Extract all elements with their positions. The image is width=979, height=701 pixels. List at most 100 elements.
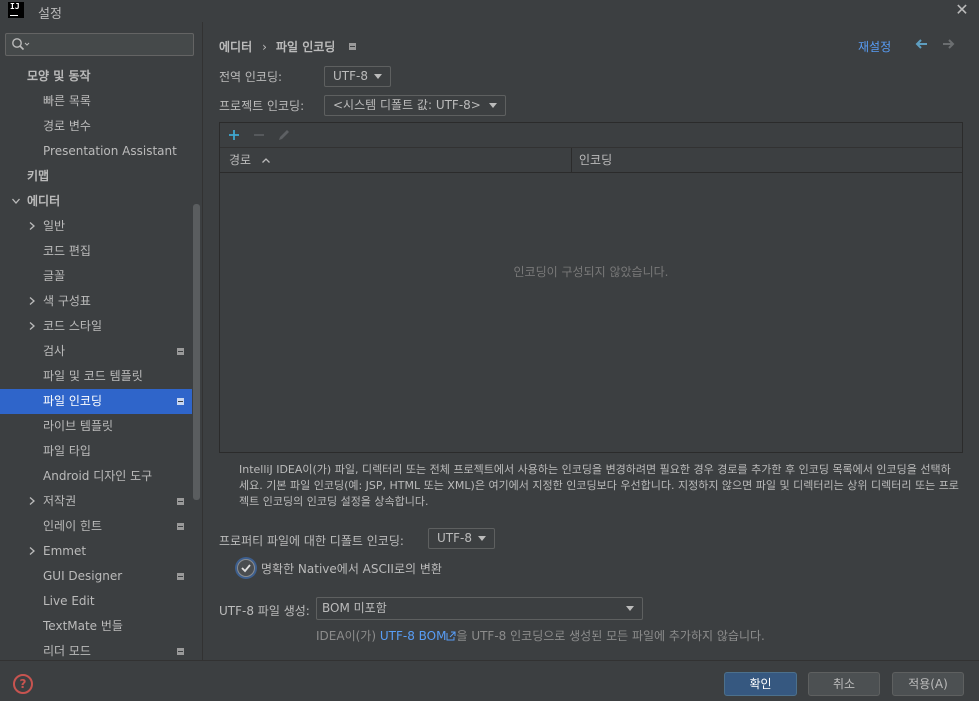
sidebar-scrollbar[interactable] bbox=[193, 204, 200, 500]
sidebar-item-label: 파일 타입 bbox=[43, 444, 91, 458]
sidebar-item-label: 에디터 bbox=[27, 194, 61, 208]
column-header-encoding[interactable]: 인코딩 bbox=[572, 148, 962, 172]
search-input[interactable] bbox=[34, 36, 189, 53]
bom-hint-prefix: IDEA이(가) bbox=[316, 629, 380, 643]
reset-link[interactable]: 재설정 bbox=[858, 38, 891, 55]
cancel-button[interactable]: 취소 bbox=[808, 672, 880, 696]
sidebar-item-label: Presentation Assistant bbox=[43, 144, 177, 158]
project-scope-icon bbox=[177, 573, 184, 580]
sidebar-item-label: 글꼴 bbox=[43, 269, 66, 283]
project-scope-icon bbox=[177, 648, 184, 655]
sidebar-item[interactable]: 경로 변수 bbox=[0, 114, 192, 139]
project-scope-icon bbox=[349, 43, 357, 50]
sidebar-item[interactable]: 색 구성표 bbox=[0, 289, 192, 314]
back-arrow-icon[interactable] bbox=[915, 37, 929, 51]
forward-arrow-icon[interactable] bbox=[941, 37, 955, 51]
sidebar-item-label: 검사 bbox=[43, 344, 66, 358]
chevron-right-icon[interactable] bbox=[28, 497, 36, 505]
sidebar-item[interactable]: 저작권 bbox=[0, 489, 192, 514]
bom-hint-suffix: 을 UTF-8 인코딩으로 생성된 모든 파일에 추가하지 않습니다. bbox=[456, 629, 765, 643]
sidebar-item[interactable]: 검사 bbox=[0, 339, 192, 364]
sidebar-item-label: 빠른 목록 bbox=[43, 94, 91, 108]
table-toolbar bbox=[220, 123, 962, 148]
sidebar-item[interactable]: 빠른 목록 bbox=[0, 89, 192, 114]
sidebar-item[interactable]: 키맵 bbox=[0, 164, 192, 189]
sidebar-item[interactable]: Presentation Assistant bbox=[0, 139, 192, 164]
table-body[interactable]: 인코딩이 구성되지 않았습니다. bbox=[220, 173, 962, 452]
chevron-right-icon[interactable] bbox=[28, 322, 36, 330]
project-scope-icon bbox=[177, 398, 184, 405]
sidebar-item[interactable]: 라이브 템플릿 bbox=[0, 414, 192, 439]
sidebar-item[interactable]: 파일 타입 bbox=[0, 439, 192, 464]
remove-icon[interactable] bbox=[251, 127, 267, 143]
sidebar-item[interactable]: 모양 및 동작 bbox=[0, 64, 192, 89]
sidebar-item-label: 인레이 힌트 bbox=[43, 519, 103, 533]
project-encoding-label: 프로젝트 인코딩: bbox=[219, 99, 305, 113]
properties-encoding-select[interactable]: UTF-8 bbox=[428, 528, 495, 549]
sidebar-item-label: 모양 및 동작 bbox=[27, 69, 91, 83]
breadcrumb-editor[interactable]: 에디터 bbox=[219, 38, 252, 55]
sidebar-item-label: 리더 모드 bbox=[43, 644, 91, 658]
global-encoding-value: UTF-8 bbox=[333, 69, 368, 83]
sidebar-item-label: 경로 변수 bbox=[43, 119, 91, 133]
close-icon[interactable]: ✕ bbox=[953, 1, 971, 19]
search-icon bbox=[12, 38, 30, 51]
native-ascii-checkbox-row[interactable]: 명확한 Native에서 ASCII로의 변환 bbox=[237, 559, 442, 577]
project-encoding-select[interactable]: <시스템 디폴트 값: UTF-8> bbox=[324, 95, 506, 116]
utf8-bom-value: BOM 미포함 bbox=[322, 601, 387, 615]
empty-table-text: 인코딩이 구성되지 않았습니다. bbox=[513, 265, 669, 279]
sidebar-item-label: Android 디자인 도구 bbox=[43, 469, 153, 483]
chevron-down-icon bbox=[626, 606, 634, 611]
sidebar-item[interactable]: 파일 및 코드 템플릿 bbox=[0, 364, 192, 389]
window-title: 설정 bbox=[38, 7, 62, 22]
sidebar-item[interactable]: Android 디자인 도구 bbox=[0, 464, 192, 489]
native-ascii-checkbox[interactable] bbox=[237, 559, 255, 577]
sidebar-item-label: 일반 bbox=[43, 219, 66, 233]
utf8-bom-link[interactable]: UTF-8 BOM bbox=[380, 629, 447, 643]
chevron-down-icon bbox=[478, 536, 486, 541]
sidebar-item[interactable]: TextMate 번들 bbox=[0, 614, 192, 639]
settings-tree: 모양 및 동작빠른 목록경로 변수 Presentation Assistant 키… bbox=[0, 64, 192, 660]
sidebar-item-label: TextMate 번들 bbox=[43, 619, 123, 633]
sidebar-item[interactable]: Live Edit bbox=[0, 589, 192, 614]
utf8-bom-select[interactable]: BOM 미포함 bbox=[316, 597, 643, 620]
sidebar-item-label: 색 구성표 bbox=[43, 294, 91, 308]
settings-sidebar: 모양 및 동작빠른 목록경로 변수 Presentation Assistant 키… bbox=[0, 22, 202, 660]
bom-hint: IDEA이(가) UTF-8 BOM 을 UTF-8 인코딩으로 생성된 모든 파… bbox=[316, 627, 765, 644]
sidebar-item[interactable]: GUI Designer bbox=[0, 564, 192, 589]
sidebar-item-label: 파일 인코딩 bbox=[43, 394, 103, 408]
sidebar-item[interactable]: 코드 편집 bbox=[0, 239, 192, 264]
help-icon[interactable]: ? bbox=[13, 674, 33, 694]
sidebar-item[interactable]: 인레이 힌트 bbox=[0, 514, 192, 539]
dialog-footer: ? 확인 취소 적용(A) bbox=[0, 660, 979, 701]
sidebar-item[interactable]: Emmet bbox=[0, 539, 192, 564]
sidebar-item[interactable]: 리더 모드 bbox=[0, 639, 192, 660]
chevron-right-icon[interactable] bbox=[28, 547, 36, 555]
sidebar-item[interactable]: 파일 인코딩 bbox=[0, 389, 192, 414]
chevron-right-icon[interactable] bbox=[28, 222, 36, 230]
sidebar-item-label: 코드 스타일 bbox=[43, 319, 103, 333]
sidebar-item[interactable]: 일반 bbox=[0, 214, 192, 239]
chevron-right-icon[interactable] bbox=[28, 297, 36, 305]
project-scope-icon bbox=[177, 498, 184, 505]
sidebar-item[interactable]: 글꼴 bbox=[0, 264, 192, 289]
sort-ascending-icon bbox=[261, 158, 270, 163]
column-header-path[interactable]: 경로 bbox=[220, 148, 572, 172]
apply-button[interactable]: 적용(A) bbox=[892, 672, 964, 696]
breadcrumb: 에디터 › 파일 인코딩 bbox=[219, 38, 357, 55]
sidebar-item-label: 코드 편집 bbox=[43, 244, 91, 258]
encoding-description: IntelliJ IDEA이(가) 파일, 디렉터리 또는 전체 프로젝트에서 … bbox=[239, 463, 959, 508]
sidebar-item[interactable]: 코드 스타일 bbox=[0, 314, 192, 339]
ok-button[interactable]: 확인 bbox=[724, 672, 797, 696]
search-box[interactable] bbox=[5, 33, 194, 56]
breadcrumb-separator: › bbox=[262, 39, 267, 54]
sidebar-item[interactable]: 에디터 bbox=[0, 189, 192, 214]
edit-icon[interactable] bbox=[276, 127, 292, 143]
global-encoding-select[interactable]: UTF-8 bbox=[324, 66, 391, 87]
add-icon[interactable] bbox=[226, 127, 242, 143]
project-scope-icon bbox=[177, 348, 184, 355]
native-ascii-label: 명확한 Native에서 ASCII로의 변환 bbox=[261, 561, 442, 576]
properties-encoding-value: UTF-8 bbox=[437, 531, 472, 545]
chevron-down-icon[interactable] bbox=[12, 197, 20, 205]
project-encoding-value: <시스템 디폴트 값: UTF-8> bbox=[333, 98, 481, 112]
